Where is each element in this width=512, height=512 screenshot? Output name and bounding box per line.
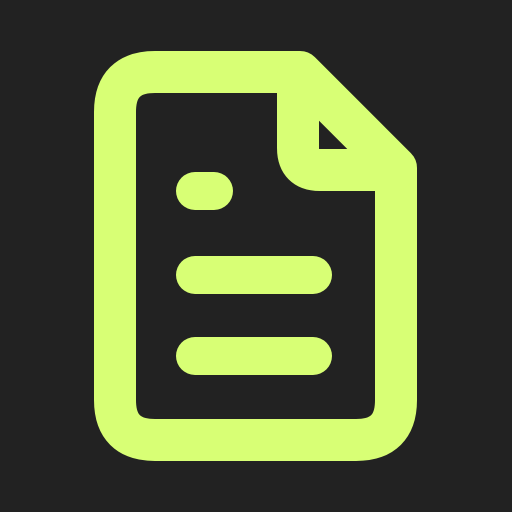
icon-canvas (0, 0, 512, 512)
document-icon (94, 51, 417, 461)
